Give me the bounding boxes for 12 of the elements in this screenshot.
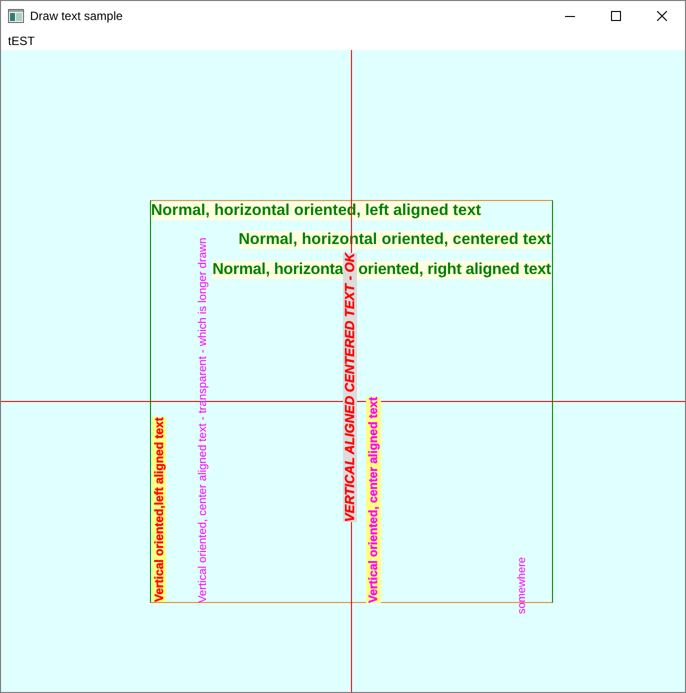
vertical-sample-text: Vertical oriented,left aligned text [152, 417, 166, 602]
vertical-sample-text: Vertical oriented, center aligned text - transparent - which is longer drawn [197, 238, 209, 603]
window-title: Draw text sample [30, 9, 123, 23]
vertical-sample-text: VERTICAL ALIGNED CENTERED TEXT - OK [343, 252, 357, 522]
app-icon [8, 8, 24, 24]
horizontal-sample-text: oriented, right aligned text [358, 261, 551, 279]
vertical-sample-text: somewhere [516, 557, 528, 614]
close-icon [657, 11, 667, 21]
maximize-icon [611, 11, 621, 21]
horizontal-sample-text: Normal, horizonta [212, 261, 344, 279]
vertical-sample-text: Vertical oriented, center aligned text [366, 396, 381, 603]
menu-item[interactable]: tEST [8, 34, 35, 48]
